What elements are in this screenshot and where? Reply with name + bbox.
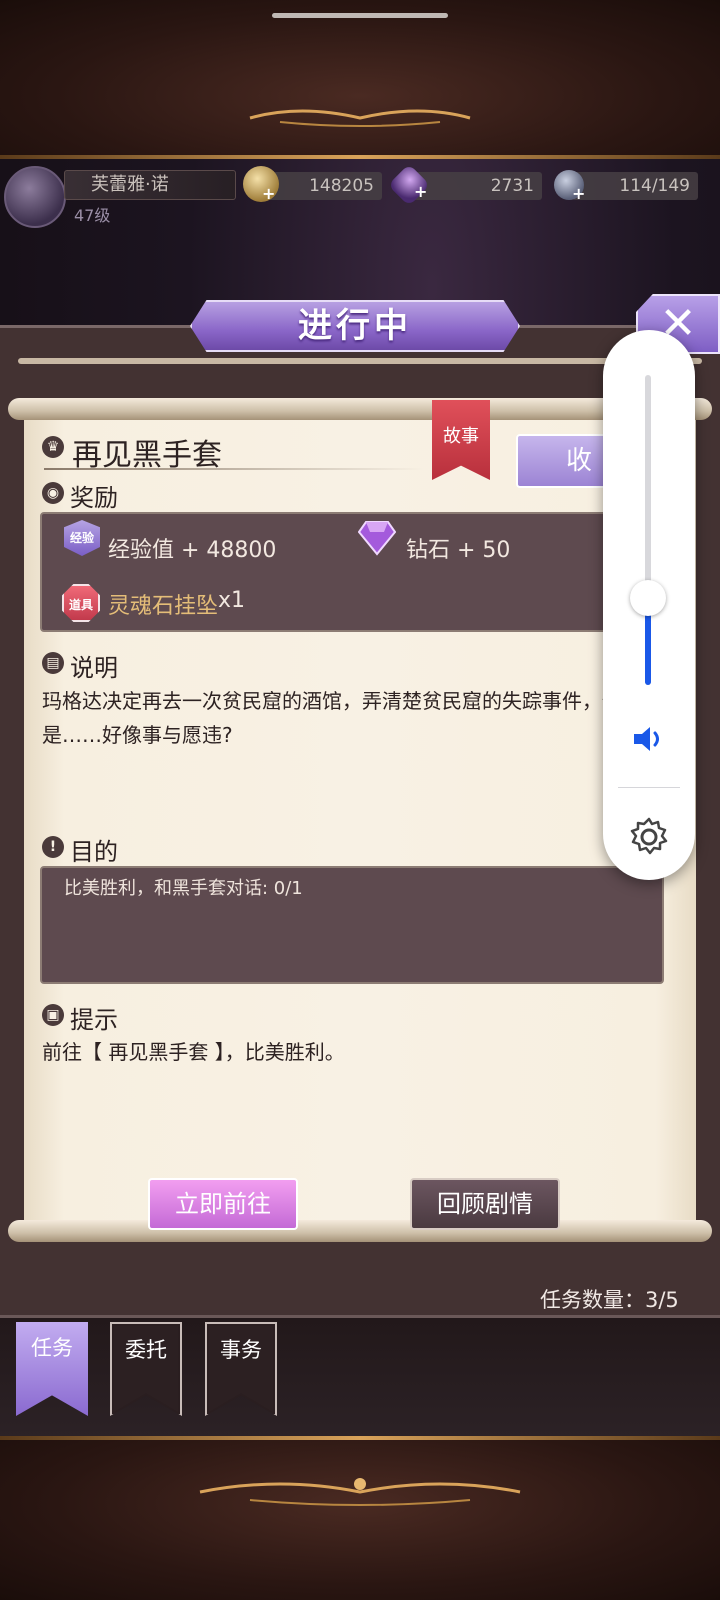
book-icon: ▤ — [42, 652, 64, 674]
settings-gear-icon[interactable] — [627, 815, 671, 859]
quest-description: 玛格达决定再去一次贫民窟的酒馆，弄清楚贫民窟的失踪事件，但是……好像事与愿违? — [42, 689, 622, 747]
item-badge-icon: 道具 — [62, 584, 100, 622]
add-stamina-icon[interactable]: + — [572, 184, 585, 203]
item-reward-name[interactable]: 灵魂石挂坠 — [108, 588, 218, 620]
scroll-icon: ▣ — [42, 1004, 64, 1026]
hint-label: 提示 — [70, 1006, 118, 1034]
speaker-icon[interactable] — [632, 724, 666, 754]
add-diamond-icon[interactable]: + — [414, 182, 427, 201]
exclamation-icon: ! — [42, 836, 64, 858]
bottom-decor-band — [0, 1440, 720, 1600]
volume-divider — [618, 787, 680, 788]
gesture-handle — [272, 13, 448, 18]
bottom-ornament-flourish — [199, 1478, 521, 1506]
goal-label: 目的 — [70, 838, 118, 866]
diamond-reward: 钻石 + 50 — [406, 538, 511, 563]
volume-slider-thumb[interactable] — [630, 580, 666, 616]
goal-text: 比美胜利，和黑手套对话: 0/1 — [64, 878, 303, 899]
stamina-counter: 114/149 — [572, 172, 698, 200]
tab-strip — [0, 1318, 720, 1440]
title-underline — [44, 468, 424, 470]
gold-counter: 148205 — [264, 172, 382, 200]
exp-reward: 经验值 + 48800 — [108, 538, 277, 563]
task-count: 任务数量：3/5 — [540, 1288, 679, 1312]
diamond-counter: 2731 — [410, 172, 542, 200]
tab-commissions-label: 委托 — [125, 1338, 167, 1362]
item-reward-qty: x1 — [218, 588, 246, 613]
top-ornament-flourish — [249, 109, 471, 127]
crown-icon: ♛ — [42, 436, 64, 458]
panel-title: 进行中 — [190, 300, 520, 352]
player-avatar[interactable] — [4, 166, 66, 228]
tab-tasks-label: 任务 — [31, 1336, 73, 1360]
diamond-reward-icon — [358, 521, 396, 556]
reward-icon: ◉ — [42, 482, 64, 504]
scroll-rod-bottom — [8, 1220, 712, 1242]
top-decor-band — [0, 0, 720, 160]
panel-rail — [18, 358, 702, 364]
add-gold-icon[interactable]: + — [262, 184, 275, 203]
hint-text: 前往【 再见黑手套 】，比美胜利。 — [42, 1040, 345, 1064]
description-label: 说明 — [70, 654, 118, 682]
tab-affairs-label: 事务 — [220, 1338, 262, 1362]
review-story-button[interactable]: 回顾剧情 — [410, 1178, 560, 1230]
player-level: 47级 — [74, 206, 111, 225]
go-now-button[interactable]: 立即前往 — [148, 1178, 298, 1230]
player-name: 芙蕾雅·诺 — [64, 170, 236, 200]
reward-label: 奖励 — [70, 484, 118, 512]
